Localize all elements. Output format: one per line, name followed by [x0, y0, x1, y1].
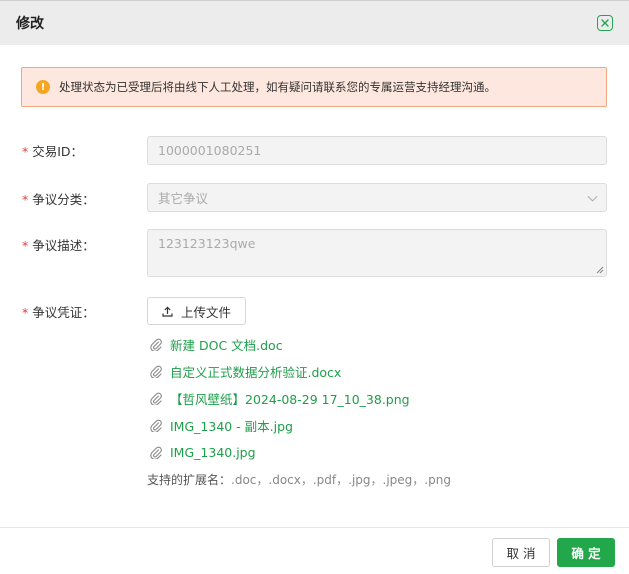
evidence-label-text: 争议凭证：	[32, 305, 95, 320]
paperclip-icon	[150, 419, 162, 432]
upload-button-label: 上传文件	[180, 304, 231, 320]
category-label-text: 争议分类：	[32, 192, 95, 207]
trade-id-label: * 交易ID：	[22, 141, 83, 160]
description-value: 123123123qwe	[158, 236, 256, 251]
uploaded-file-list: 新建 DOC 文档.doc 自定义正式数据分析验证.docx 【哲风壁纸】202…	[150, 331, 410, 466]
file-item[interactable]: 新建 DOC 文档.doc	[150, 331, 410, 358]
category-value: 其它争议	[158, 191, 209, 206]
required-mark: *	[22, 305, 29, 320]
dialog-title: 修改	[16, 16, 44, 32]
file-name: 新建 DOC 文档.doc	[170, 338, 283, 353]
cancel-button[interactable]: 取 消	[492, 538, 550, 567]
confirm-button[interactable]: 确 定	[557, 538, 615, 567]
hint-extensions: .doc，.docx，.pdf，.jpg，.jpeg，.png	[231, 473, 451, 487]
category-select[interactable]: 其它争议	[147, 183, 607, 212]
footer-divider	[0, 527, 629, 528]
required-mark: *	[22, 144, 29, 159]
supported-extensions-hint: 支持的扩展名：.doc，.docx，.pdf，.jpg，.jpeg，.png	[147, 471, 451, 488]
hint-label: 支持的扩展名：	[147, 473, 232, 487]
resize-handle-icon[interactable]	[596, 266, 604, 274]
file-item[interactable]: 【哲风壁纸】2024-08-29 17_10_38.png	[150, 385, 410, 412]
file-name: IMG_1340.jpg	[170, 445, 256, 460]
file-item[interactable]: IMG_1340.jpg	[150, 439, 410, 466]
edit-dialog: 修改 ! 处理状态为已受理后将由线下人工处理，如有疑问请联系您的专属运营支持经理…	[0, 0, 629, 574]
required-mark: *	[22, 238, 29, 253]
paperclip-icon	[150, 446, 162, 459]
notice-banner: ! 处理状态为已受理后将由线下人工处理，如有疑问请联系您的专属运营支持经理沟通。	[21, 67, 607, 107]
warning-icon: !	[36, 80, 50, 94]
evidence-label: * 争议凭证：	[22, 302, 95, 321]
upload-icon	[162, 305, 173, 317]
file-item[interactable]: IMG_1340 - 副本.jpg	[150, 412, 410, 439]
file-name: IMG_1340 - 副本.jpg	[170, 419, 293, 434]
description-label: * 争议描述：	[22, 235, 95, 254]
trade-id-value: 1000001080251	[158, 143, 262, 158]
paperclip-icon	[150, 365, 162, 378]
trade-id-field[interactable]: 1000001080251	[147, 136, 607, 165]
close-icon[interactable]	[597, 15, 613, 31]
description-textarea[interactable]: 123123123qwe	[147, 229, 607, 277]
required-mark: *	[22, 192, 29, 207]
trade-id-label-text: 交易ID：	[32, 144, 84, 159]
description-label-text: 争议描述：	[32, 238, 95, 253]
file-item[interactable]: 自定义正式数据分析验证.docx	[150, 358, 410, 385]
file-name: 【哲风壁纸】2024-08-29 17_10_38.png	[170, 392, 410, 407]
chevron-down-icon	[587, 191, 598, 202]
file-name: 自定义正式数据分析验证.docx	[170, 365, 342, 380]
paperclip-icon	[150, 338, 162, 351]
dialog-header: 修改	[0, 1, 629, 45]
paperclip-icon	[150, 392, 162, 405]
notice-text: 处理状态为已受理后将由线下人工处理，如有疑问请联系您的专属运营支持经理沟通。	[59, 80, 496, 94]
upload-file-button[interactable]: 上传文件	[147, 297, 246, 325]
category-label: * 争议分类：	[22, 189, 95, 208]
